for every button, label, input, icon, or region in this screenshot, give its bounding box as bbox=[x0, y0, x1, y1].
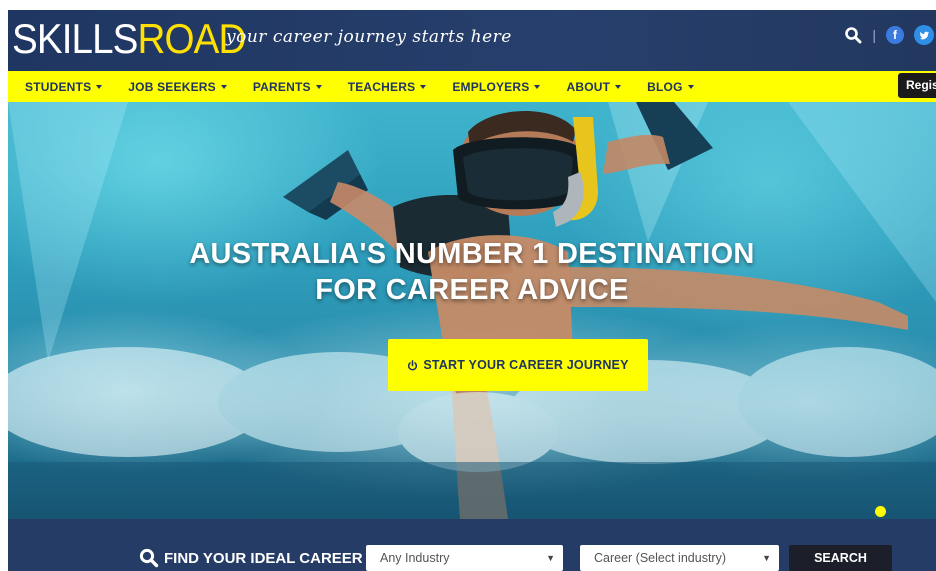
nav-item-label: JOB SEEKERS bbox=[128, 79, 216, 94]
career-select[interactable]: Career (Select industry) ▼ bbox=[580, 545, 779, 571]
header-icons: | f bbox=[844, 25, 934, 45]
dropdown-arrow-icon: ▼ bbox=[546, 553, 555, 563]
facebook-icon[interactable]: f bbox=[886, 26, 904, 44]
nav-item-students[interactable]: STUDENTS bbox=[25, 79, 103, 94]
carousel-indicator-dot[interactable] bbox=[875, 506, 886, 517]
register-button[interactable]: Regis bbox=[898, 73, 936, 98]
cta-label: START YOUR CAREER JOURNEY bbox=[423, 358, 629, 372]
find-career-heading: FIND YOUR IDEAL CAREER bbox=[139, 548, 363, 568]
nav-item-label: STUDENTS bbox=[25, 79, 92, 94]
power-icon bbox=[408, 359, 418, 370]
nav-item-about[interactable]: ABOUT bbox=[566, 79, 622, 94]
search-icon[interactable] bbox=[844, 26, 862, 44]
start-career-journey-button[interactable]: START YOUR CAREER JOURNEY bbox=[388, 339, 648, 391]
nav-item-parents[interactable]: PARENTS bbox=[253, 80, 322, 94]
main-nav: STUDENTS JOB SEEKERS PARENTS TEACHERS EM… bbox=[8, 71, 936, 102]
caret-down-icon bbox=[615, 85, 622, 89]
hero-headline-line2: FOR CAREER ADVICE bbox=[315, 274, 629, 306]
nav-item-employers[interactable]: EMPLOYERS bbox=[452, 79, 541, 94]
mask-lens bbox=[463, 148, 573, 201]
career-select-value: Career (Select industry) bbox=[594, 551, 726, 565]
nav-item-blog[interactable]: BLOG bbox=[647, 79, 694, 94]
nav-item-job-seekers[interactable]: JOB SEEKERS bbox=[128, 80, 227, 94]
site-header: SKILLS ROAD your career journey starts he… bbox=[8, 10, 936, 71]
nav-item-label: TEACHERS bbox=[347, 79, 416, 94]
industry-select[interactable]: Any Industry ▼ bbox=[366, 545, 563, 571]
caret-down-icon bbox=[534, 85, 541, 89]
industry-select-value: Any Industry bbox=[380, 551, 450, 565]
nav-item-label: EMPLOYERS bbox=[452, 79, 530, 94]
caret-down-icon bbox=[315, 85, 322, 89]
caret-down-icon bbox=[687, 85, 694, 89]
deep-water-shade bbox=[8, 462, 936, 519]
nav-item-teachers[interactable]: TEACHERS bbox=[348, 80, 427, 94]
search-button[interactable]: SEARCH bbox=[789, 545, 892, 571]
dropdown-arrow-icon: ▼ bbox=[762, 553, 771, 563]
twitter-bird-glyph bbox=[919, 31, 929, 39]
logo-skills-text: SKILLS bbox=[12, 15, 138, 62]
hero-headline: AUSTRALIA'S NUMBER 1 DESTINATION FOR CAR… bbox=[8, 236, 936, 308]
twitter-icon[interactable] bbox=[914, 25, 934, 45]
nav-item-label: ABOUT bbox=[566, 79, 611, 94]
site-tagline: your career journey starts here bbox=[226, 27, 512, 47]
site-logo[interactable]: SKILLS ROAD bbox=[12, 15, 246, 62]
nav-items: STUDENTS JOB SEEKERS PARENTS TEACHERS EM… bbox=[25, 71, 720, 102]
caret-down-icon bbox=[220, 85, 227, 89]
hero-snorkeler-image bbox=[8, 102, 936, 519]
search-icon bbox=[139, 548, 159, 568]
hero-banner: AUSTRALIA'S NUMBER 1 DESTINATION FOR CAR… bbox=[8, 102, 936, 519]
nav-item-label: PARENTS bbox=[252, 79, 311, 94]
career-search-bar: FIND YOUR IDEAL CAREER Any Industry ▼ Ca… bbox=[8, 519, 936, 571]
caret-down-icon bbox=[420, 85, 427, 89]
nav-item-label: BLOG bbox=[647, 79, 683, 94]
header-divider: | bbox=[872, 27, 876, 43]
page: SKILLS ROAD your career journey starts he… bbox=[8, 10, 936, 571]
hero-headline-line1: AUSTRALIA'S NUMBER 1 DESTINATION bbox=[189, 238, 755, 270]
find-career-label: FIND YOUR IDEAL CAREER bbox=[164, 549, 363, 567]
caret-down-icon bbox=[96, 85, 103, 89]
